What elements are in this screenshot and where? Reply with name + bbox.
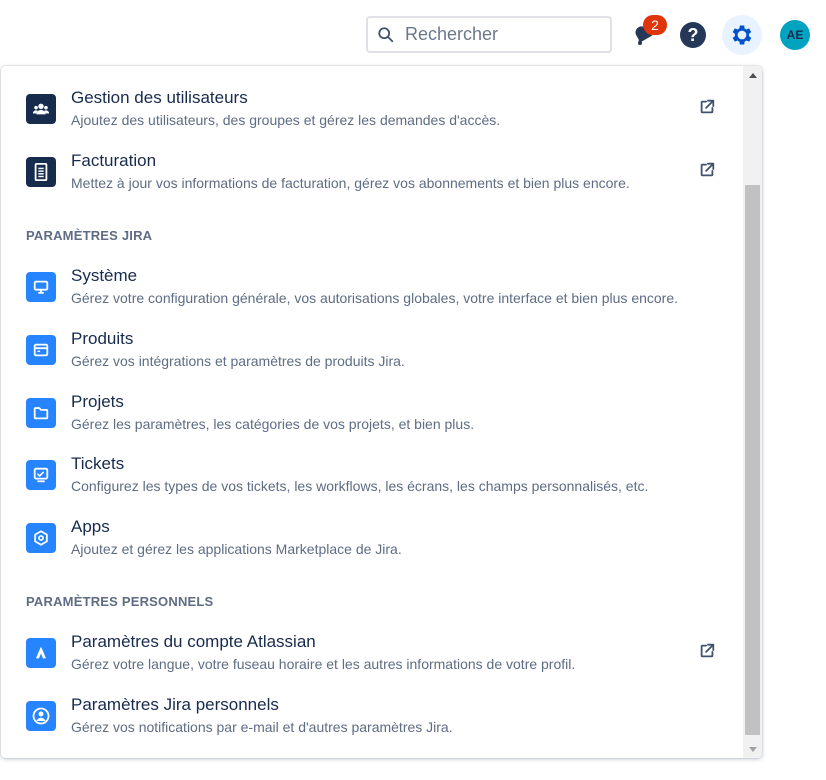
search-icon xyxy=(378,26,394,42)
help-button[interactable]: ? xyxy=(680,22,706,48)
settings-dropdown-panel: Gestion des utilisateurs Ajoutez des uti… xyxy=(1,66,762,758)
atlassian-icon xyxy=(26,638,56,668)
menu-item-title: Projets xyxy=(71,392,124,411)
section-title-jira-settings: PARAMÈTRES JIRA xyxy=(26,228,153,243)
ticket-icon xyxy=(26,460,56,490)
folder-icon xyxy=(26,398,56,428)
menu-item-title: Gestion des utilisateurs xyxy=(71,88,248,107)
menu-item-tickets[interactable]: Tickets Configurez les types de vos tick… xyxy=(1,452,743,512)
scrollbar-thumb[interactable] xyxy=(745,185,760,735)
settings-menu-content: Gestion des utilisateurs Ajoutez des uti… xyxy=(1,66,743,758)
users-icon xyxy=(26,94,56,124)
billing-icon xyxy=(26,157,56,187)
menu-item-title: Facturation xyxy=(71,151,157,170)
settings-button[interactable] xyxy=(722,15,762,55)
menu-item-title: Paramètres du compte Atlassian xyxy=(71,632,316,651)
menu-item-system[interactable]: Système Gérez votre configuration généra… xyxy=(1,264,743,324)
menu-item-projects[interactable]: Projets Gérez les paramètres, les catégo… xyxy=(1,390,743,450)
top-navigation-bar: Rechercher 2 ? AE xyxy=(0,0,826,66)
menu-item-description: Gérez les paramètres, les catégories de … xyxy=(71,416,475,432)
arrow-up-icon xyxy=(748,72,757,78)
menu-item-atlassian-account[interactable]: Paramètres du compte Atlassian Gérez vot… xyxy=(1,630,743,690)
search-input[interactable]: Rechercher xyxy=(366,16,612,53)
user-avatar[interactable]: AE xyxy=(780,20,810,50)
gear-icon xyxy=(732,25,752,45)
menu-item-description: Gérez vos intégrations et paramètres de … xyxy=(71,353,405,369)
menu-item-description: Ajoutez et gérez les applications Market… xyxy=(71,541,402,557)
menu-item-personal-jira-settings[interactable]: Paramètres Jira personnels Gérez vos not… xyxy=(1,693,743,753)
person-icon xyxy=(26,701,56,731)
scroll-up-button[interactable] xyxy=(743,66,762,83)
apps-icon xyxy=(26,523,56,553)
external-link-icon xyxy=(700,643,715,658)
product-icon xyxy=(26,335,56,365)
arrow-down-icon xyxy=(748,746,757,752)
menu-item-description: Gérez vos notifications par e-mail et d'… xyxy=(71,719,453,735)
menu-item-title: Paramètres Jira personnels xyxy=(71,695,279,714)
menu-item-billing[interactable]: Facturation Mettez à jour vos informatio… xyxy=(1,149,743,209)
search-placeholder: Rechercher xyxy=(405,24,499,44)
menu-item-description: Gérez votre langue, votre fuseau horaire… xyxy=(71,656,576,672)
external-link-icon xyxy=(700,162,715,177)
menu-scrollbar[interactable] xyxy=(743,66,762,758)
external-link-icon xyxy=(700,99,715,114)
menu-item-title: Système xyxy=(71,266,138,285)
menu-item-title: Tickets xyxy=(71,454,125,473)
menu-item-title: Apps xyxy=(71,517,110,536)
menu-item-description: Configurez les types de vos tickets, les… xyxy=(71,478,649,494)
menu-item-title: Produits xyxy=(71,329,134,348)
monitor-icon xyxy=(26,272,56,302)
menu-item-apps[interactable]: Apps Ajoutez et gérez les applications M… xyxy=(1,515,743,575)
menu-item-description: Ajoutez des utilisateurs, des groupes et… xyxy=(71,112,501,128)
scroll-down-button[interactable] xyxy=(743,741,762,758)
menu-item-user-management[interactable]: Gestion des utilisateurs Ajoutez des uti… xyxy=(1,86,743,146)
menu-item-products[interactable]: Produits Gérez vos intégrations et param… xyxy=(1,327,743,387)
notification-count-badge: 2 xyxy=(643,15,667,35)
menu-item-description: Mettez à jour vos informations de factur… xyxy=(71,175,630,191)
menu-item-description: Gérez votre configuration générale, vos … xyxy=(71,290,679,306)
section-title-personal-settings: PARAMÈTRES PERSONNELS xyxy=(26,594,214,609)
